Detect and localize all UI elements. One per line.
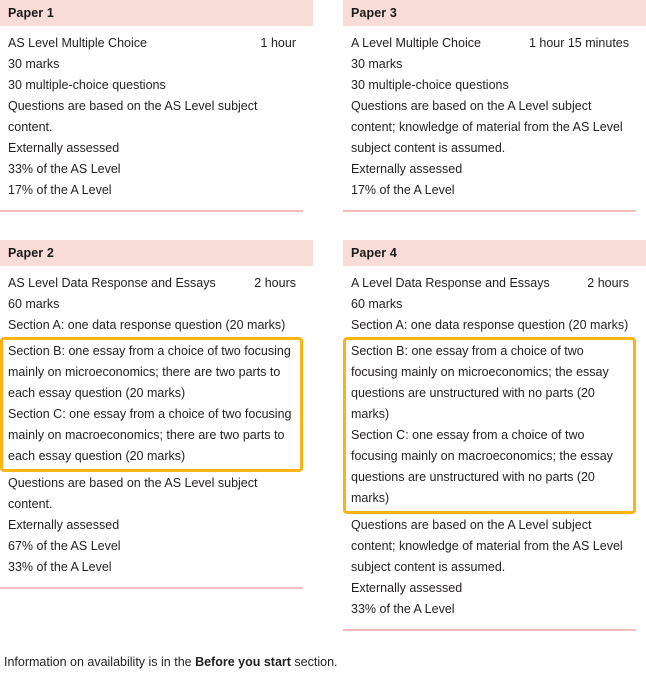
availability-note: Information on availability is in the Be…: [0, 631, 646, 673]
paper-body-paper-2: AS Level Data Response and Essays 2 hour…: [0, 266, 313, 589]
column-gutter: [313, 240, 343, 631]
paper-title: Paper 4: [351, 246, 397, 260]
paper-section-a: Section A: one data response question (2…: [351, 318, 629, 332]
row-gap: [313, 212, 343, 240]
paper-weighting: 33% of the A Level: [351, 602, 455, 616]
paper-question-summary: 30 multiple-choice questions: [351, 78, 509, 92]
paper-header-paper-3: Paper 3: [343, 0, 646, 26]
paper-card-paper-3: Paper 3 A Level Multiple Choice 1 hour 1…: [343, 0, 646, 212]
row-gap: [343, 212, 646, 240]
paper-content-note: Questions are based on the A Level subje…: [351, 518, 623, 574]
paper-title: Paper 2: [8, 246, 54, 260]
paper-weighting: 17% of the A Level: [351, 183, 455, 197]
paper-name-duration-row: AS Level Multiple Choice 1 hour: [0, 33, 313, 54]
availability-note-prefix: Information on availability is in the: [4, 655, 196, 669]
paper-weighting: 67% of the AS Level: [8, 539, 121, 553]
paper-name: AS Level Multiple Choice: [8, 36, 147, 50]
paper-divider: [0, 210, 303, 212]
paper-assessment: Externally assessed: [351, 581, 463, 595]
paper-section-b: Section B: one essay from a choice of tw…: [8, 344, 291, 400]
paper-name-duration-row: AS Level Data Response and Essays 2 hour…: [0, 273, 313, 294]
paper-assessment: Externally assessed: [8, 141, 120, 155]
paper-weighting: 17% of the A Level: [8, 183, 112, 197]
paper-divider: [0, 587, 303, 589]
paper-card-paper-1: Paper 1 AS Level Multiple Choice 1 hour …: [0, 0, 313, 212]
paper-section-b: Section B: one essay from a choice of tw…: [351, 344, 609, 421]
papers-grid: Paper 1 AS Level Multiple Choice 1 hour …: [0, 0, 646, 631]
availability-note-emphasis: Before you start: [195, 655, 291, 669]
highlighted-sections-box: Section B: one essay from a choice of tw…: [0, 337, 303, 472]
paper-weighting: 33% of the A Level: [8, 560, 112, 574]
availability-note-suffix: section.: [290, 655, 338, 669]
paper-header-paper-1: Paper 1: [0, 0, 313, 26]
paper-name: AS Level Data Response and Essays: [8, 276, 216, 290]
paper-title: Paper 1: [8, 6, 54, 20]
paper-marks: 60 marks: [351, 297, 403, 311]
column-gutter: [313, 0, 343, 212]
paper-name-duration-row: A Level Multiple Choice 1 hour 15 minute…: [343, 33, 646, 54]
paper-duration: 2 hours: [587, 276, 629, 290]
paper-name: A Level Multiple Choice: [351, 36, 481, 50]
paper-name: A Level Data Response and Essays: [351, 276, 550, 290]
paper-name-duration-row: A Level Data Response and Essays 2 hours: [343, 273, 646, 294]
paper-assessment: Externally assessed: [8, 518, 120, 532]
paper-divider: [343, 210, 636, 212]
paper-section-c: Section C: one essay from a choice of tw…: [351, 428, 613, 505]
paper-section-a: Section A: one data response question (2…: [8, 318, 286, 332]
paper-duration: 2 hours: [254, 276, 296, 290]
paper-card-paper-2: Paper 2 AS Level Data Response and Essay…: [0, 240, 313, 631]
paper-section-c: Section C: one essay from a choice of tw…: [8, 407, 292, 463]
paper-duration: 1 hour: [260, 36, 296, 50]
paper-header-paper-4: Paper 4: [343, 240, 646, 266]
paper-content-note: Questions are based on the A Level subje…: [351, 99, 623, 155]
highlighted-sections-box: Section B: one essay from a choice of tw…: [343, 337, 636, 514]
paper-marks: 60 marks: [8, 297, 60, 311]
paper-weighting: 33% of the AS Level: [8, 162, 121, 176]
paper-title: Paper 3: [351, 6, 397, 20]
paper-body-paper-4: A Level Data Response and Essays 2 hours…: [343, 266, 646, 631]
paper-marks: 30 marks: [8, 57, 60, 71]
paper-content-note: Questions are based on the AS Level subj…: [8, 476, 258, 511]
paper-card-paper-4: Paper 4 A Level Data Response and Essays…: [343, 240, 646, 631]
paper-body-paper-3: A Level Multiple Choice 1 hour 15 minute…: [343, 26, 646, 212]
paper-body-paper-1: AS Level Multiple Choice 1 hour 30 marks…: [0, 26, 313, 212]
paper-marks: 30 marks: [351, 57, 403, 71]
paper-divider: [343, 629, 636, 631]
paper-duration: 1 hour 15 minutes: [528, 36, 629, 50]
paper-header-paper-2: Paper 2: [0, 240, 313, 266]
paper-question-summary: 30 multiple-choice questions: [8, 78, 166, 92]
row-gap: [0, 212, 313, 240]
paper-assessment: Externally assessed: [351, 162, 463, 176]
paper-content-note: Questions are based on the AS Level subj…: [8, 99, 258, 134]
